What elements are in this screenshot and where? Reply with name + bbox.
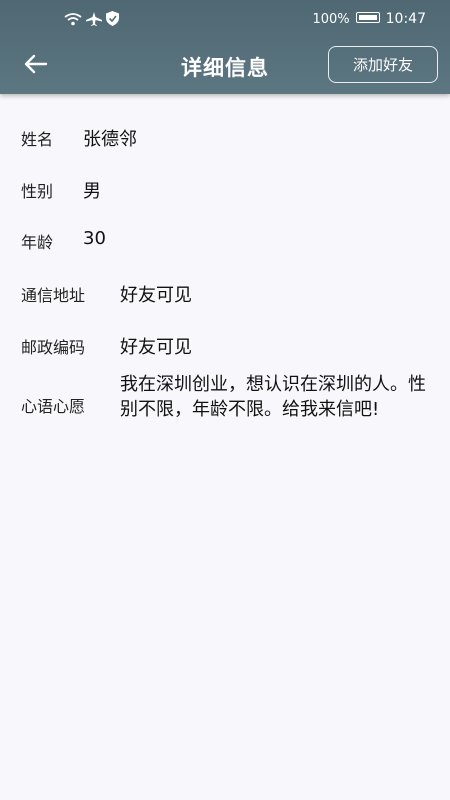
status-icons-right: 100% 10:47: [312, 11, 426, 27]
toolbar: 详细信息 添加好友: [0, 38, 450, 94]
airplane-icon: [86, 11, 102, 30]
wish-value: 我在深圳创业，想认识在深圳的人。性别不限，年龄不限。给我来信吧!: [120, 374, 426, 420]
add-friend-button[interactable]: 添加好友: [328, 46, 438, 83]
age-label: 年龄: [21, 233, 54, 252]
postcode-value: 好友可见: [120, 337, 192, 358]
battery-percent: 100%: [312, 11, 350, 27]
address-value: 好友可见: [120, 285, 192, 306]
name-label: 姓名: [21, 130, 54, 149]
name-value: 张德邻: [83, 129, 137, 150]
shield-icon: [106, 11, 119, 30]
wish-label: 心语心愿: [21, 397, 86, 416]
battery-icon: [355, 11, 380, 27]
app-header: 100% 10:47 详细信息 添加好友: [0, 0, 450, 94]
wifi-icon: [64, 12, 82, 30]
status-bar: 100% 10:47: [0, 0, 450, 38]
gender-value: 男: [83, 181, 101, 202]
postcode-label: 邮政编码: [21, 338, 86, 357]
gender-label: 性别: [21, 182, 54, 201]
clock-time: 10:47: [385, 11, 426, 27]
age-value: 30: [83, 228, 106, 249]
status-icons-left: [64, 11, 119, 30]
address-label: 通信地址: [21, 286, 86, 305]
